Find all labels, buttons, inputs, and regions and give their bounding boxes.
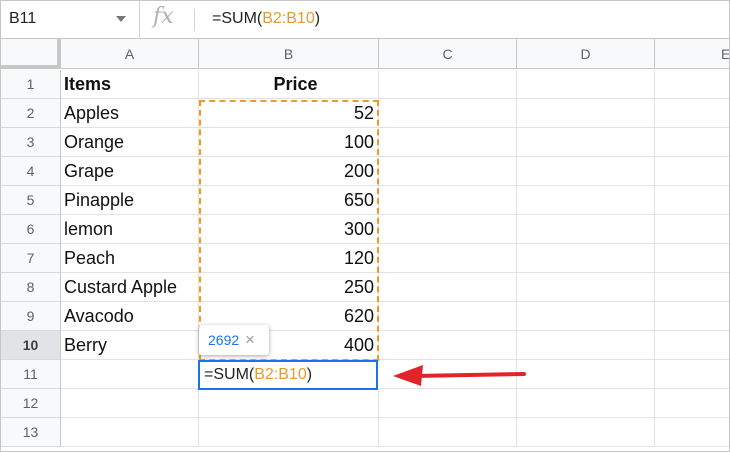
row-header-13[interactable]: 13: [1, 418, 61, 447]
cell-b4[interactable]: 200: [199, 157, 379, 186]
cell-d6[interactable]: [517, 215, 655, 244]
cell-d3[interactable]: [517, 128, 655, 157]
cell-c8[interactable]: [379, 273, 517, 302]
column-header-d[interactable]: D: [517, 39, 655, 69]
row-header-4[interactable]: 4: [1, 157, 61, 186]
formula-result-tooltip: 2692 ×: [199, 325, 269, 355]
cell-a4[interactable]: Grape: [61, 157, 199, 186]
cell-d13[interactable]: [517, 418, 655, 447]
cell-a1[interactable]: Items: [61, 70, 199, 99]
cell-formula-range: B2:B10: [254, 366, 307, 383]
formula-prefix: =SUM(: [212, 10, 263, 27]
cell-b5[interactable]: 650: [199, 186, 379, 215]
cell-c13[interactable]: [379, 418, 517, 447]
cell-b1[interactable]: Price: [199, 70, 379, 99]
formula-suffix: ): [314, 10, 321, 27]
row-header-11[interactable]: 11: [1, 360, 61, 389]
cell-a5[interactable]: Pinapple: [61, 186, 199, 215]
cell-e6[interactable]: [655, 215, 729, 244]
row-header-2[interactable]: 2: [1, 99, 61, 128]
cell-a10[interactable]: Berry: [61, 331, 199, 360]
row-header-5[interactable]: 5: [1, 186, 61, 215]
row-header-12[interactable]: 12: [1, 389, 61, 418]
cell-e12[interactable]: [655, 389, 729, 418]
cell-e13[interactable]: [655, 418, 729, 447]
cell-b7[interactable]: 120: [199, 244, 379, 273]
cell-b8[interactable]: 250: [199, 273, 379, 302]
cell-d11[interactable]: [517, 360, 655, 389]
formula-result-value: 2692: [208, 332, 240, 348]
name-box[interactable]: B11: [1, 1, 140, 38]
cell-c10[interactable]: [379, 331, 517, 360]
row-header-8[interactable]: 8: [1, 273, 61, 302]
cell-d7[interactable]: [517, 244, 655, 273]
cell-c1[interactable]: [379, 70, 517, 99]
formula-bar-divider: [194, 9, 195, 31]
formula-range: B2:B10: [262, 10, 315, 27]
select-all-corner[interactable]: [1, 39, 61, 69]
cell-c9[interactable]: [379, 302, 517, 331]
cell-formula-suffix: ): [306, 366, 313, 383]
cell-a7[interactable]: Peach: [61, 244, 199, 273]
cell-d9[interactable]: [517, 302, 655, 331]
cell-formula-prefix: =SUM(: [204, 366, 255, 383]
cell-d8[interactable]: [517, 273, 655, 302]
row-header-1[interactable]: 1: [1, 70, 61, 99]
row-header-7[interactable]: 7: [1, 244, 61, 273]
cell-e7[interactable]: [655, 244, 729, 273]
formula-input[interactable]: =SUM(B2:B10): [212, 10, 320, 28]
cell-e1[interactable]: [655, 70, 729, 99]
active-cell-b11[interactable]: =SUM(B2:B10): [198, 360, 378, 390]
fx-icon: fx: [153, 4, 174, 29]
cell-e10[interactable]: [655, 331, 729, 360]
cell-d10[interactable]: [517, 331, 655, 360]
cell-b2[interactable]: 52: [199, 99, 379, 128]
cell-a12[interactable]: [61, 389, 199, 418]
column-header-a[interactable]: A: [61, 39, 199, 69]
cell-d12[interactable]: [517, 389, 655, 418]
arrow-left-icon: [393, 365, 526, 386]
cell-c2[interactable]: [379, 99, 517, 128]
cell-b6[interactable]: 300: [199, 215, 379, 244]
cell-e8[interactable]: [655, 273, 729, 302]
cell-a13[interactable]: [61, 418, 199, 447]
cell-a8[interactable]: Custard Apple: [61, 273, 199, 302]
spreadsheet-window: B11 fx =SUM(B2:B10) A B C D E 1 2 3 4 5 …: [0, 0, 730, 452]
cell-e4[interactable]: [655, 157, 729, 186]
cell-e3[interactable]: [655, 128, 729, 157]
cell-a3[interactable]: Orange: [61, 128, 199, 157]
cell-b3[interactable]: 100: [199, 128, 379, 157]
row-header-3[interactable]: 3: [1, 128, 61, 157]
row-header-9[interactable]: 9: [1, 302, 61, 331]
cell-a2[interactable]: Apples: [61, 99, 199, 128]
cell-c4[interactable]: [379, 157, 517, 186]
cell-d4[interactable]: [517, 157, 655, 186]
column-header-c[interactable]: C: [379, 39, 517, 69]
cell-e2[interactable]: [655, 99, 729, 128]
name-box-value: B11: [9, 10, 37, 27]
cell-c6[interactable]: [379, 215, 517, 244]
cell-d2[interactable]: [517, 99, 655, 128]
column-header-b[interactable]: B: [199, 39, 379, 69]
cell-c12[interactable]: [379, 389, 517, 418]
cell-a11[interactable]: [61, 360, 199, 389]
column-header-e[interactable]: E: [655, 39, 729, 69]
cell-e11[interactable]: [655, 360, 729, 389]
row-header-6[interactable]: 6: [1, 215, 61, 244]
cell-d5[interactable]: [517, 186, 655, 215]
cell-b12[interactable]: [199, 389, 379, 418]
chevron-down-icon[interactable]: [116, 16, 126, 22]
row-header-10[interactable]: 10: [1, 331, 61, 360]
cell-c7[interactable]: [379, 244, 517, 273]
formula-bar: B11 fx =SUM(B2:B10): [1, 1, 729, 39]
cell-a6[interactable]: lemon: [61, 215, 199, 244]
close-icon[interactable]: ×: [245, 325, 255, 355]
cell-b13[interactable]: [199, 418, 379, 447]
cell-c3[interactable]: [379, 128, 517, 157]
cell-e9[interactable]: [655, 302, 729, 331]
cell-c5[interactable]: [379, 186, 517, 215]
cell-a9[interactable]: Avacodo: [61, 302, 199, 331]
cell-d1[interactable]: [517, 70, 655, 99]
cell-e5[interactable]: [655, 186, 729, 215]
